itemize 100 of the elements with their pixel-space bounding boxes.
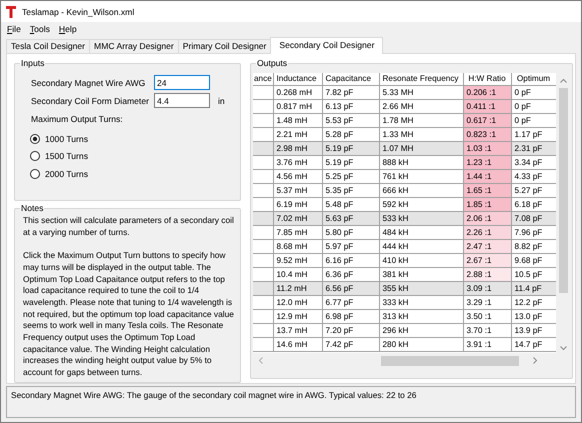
- table-cell: 2.06 :1: [463, 212, 511, 226]
- table-row[interactable]: 2.98 mH 5.19 pF 1.07 MH 1.03 :1 2.31 pF: [253, 142, 556, 156]
- column-header[interactable]: Optimum: [511, 73, 556, 86]
- table-cell: 1.48 mH: [273, 114, 322, 128]
- window-title: Teslamap - Kevin_Wilson.xml: [22, 6, 134, 16]
- radio-label[interactable]: 2000 Turns: [45, 168, 88, 179]
- table-row[interactable]: 11.2 mH 6.56 pF 355 kH 3.09 :1 11.4 pF: [253, 282, 556, 296]
- table-cell: 761 kH: [379, 170, 463, 184]
- column-header[interactable]: Capacitance: [322, 73, 379, 86]
- table-cell: 444 kH: [379, 240, 463, 254]
- table-cell: 13.7 mH: [273, 324, 322, 338]
- table-cell: 3.09 :1: [463, 282, 511, 296]
- table-cell: 5.53 pF: [322, 114, 379, 128]
- table-cell: 5.97 pF: [322, 240, 379, 254]
- turns-label: Maximum Output Turns:: [30, 114, 124, 124]
- scroll-left-icon[interactable]: [258, 357, 263, 364]
- table-cell: 6.16 pF: [322, 254, 379, 268]
- table-cell: 2.26 :1: [463, 226, 511, 240]
- table-cell: 3.70 :1: [463, 324, 511, 338]
- column-header[interactable]: ance: [253, 73, 273, 86]
- table-cell: 3.76 mH: [273, 156, 322, 170]
- table-row[interactable]: 1.48 mH 5.53 pF 1.78 MH 0.617 :1 0 pF: [253, 114, 556, 128]
- table-cell: 1.44 :1: [463, 170, 511, 184]
- table-cell: 7.85 mH: [273, 226, 322, 240]
- table-cell: 4.56 mH: [273, 170, 322, 184]
- table-cell: 5.19 pF: [322, 156, 379, 170]
- status-text: Secondary Magnet Wire AWG: The gauge of the secondary coil magnet wire in AWG. Typical values: 22 to 26: [11, 390, 416, 400]
- table-cell: 5.19 pF: [322, 142, 379, 156]
- table-row[interactable]: 7.02 mH 5.63 pF 533 kH 2.06 :1 7.08 pF: [253, 212, 556, 226]
- table-cell: 7.42 pF: [322, 338, 379, 352]
- table-cell: 888 kH: [379, 156, 463, 170]
- table-cell: 2.66 MH: [379, 100, 463, 114]
- table-row[interactable]: 7.85 mH 5.80 pF 484 kH 2.26 :1 7.96 pF: [253, 226, 556, 240]
- notes-paragraph: This section will calculate parameters of a secondary coil at a varying number of turns.: [23, 215, 235, 238]
- menu-item[interactable]: Help: [56, 24, 82, 34]
- tab[interactable]: Primary Coil Designer: [178, 39, 272, 53]
- menu-item[interactable]: Tools: [28, 24, 55, 34]
- group-title: Outputs: [256, 58, 288, 69]
- group-title: Inputs: [20, 58, 46, 69]
- radio-button[interactable]: [30, 134, 40, 144]
- scrollbar-thumb[interactable]: [381, 356, 519, 366]
- table-row[interactable]: 3.76 mH 5.19 pF 888 kH 1.23 :1 3.34 pF: [253, 156, 556, 170]
- table-row[interactable]: 5.37 mH 5.35 pF 666 kH 1.65 :1 5.27 pF: [253, 184, 556, 198]
- table-cell: 9.52 mH: [273, 254, 322, 268]
- table-cell: 410 kH: [379, 254, 463, 268]
- table-row[interactable]: 0.268 mH 7.82 pF 5.33 MH 0.206 :1 0 pF: [253, 86, 556, 100]
- table-cell: 5.33 MH: [379, 86, 463, 100]
- tab[interactable]: Secondary Coil Designer: [270, 37, 384, 54]
- notes-paragraph: Click the Maximum Output Turn buttons to specify how may turns will be displayed in the output table. The Optimum Top Load Capaitance output refers to the top load capacitance required to tune the coil to 1/4 wavelength. Please note that tuning to 1/4 wavelength is not required, but the optimum top load capacitance value seems to work well in many Tesla coils. The Resonate Frequency output uses the Optimum Top Load capacitance value. The Winding Height calculation increases the winding height output value by 5% to account for gaps between turns.: [23, 250, 235, 379]
- table-cell: 0.411 :1: [463, 100, 511, 114]
- table-cell: 5.63 pF: [322, 212, 379, 226]
- radio-label[interactable]: 1500 Turns: [45, 151, 88, 162]
- table-row[interactable]: 12.0 mH 6.77 pF 333 kH 3.29 :1 12.2 pF: [253, 296, 556, 310]
- field-label: Secondary Magnet Wire AWG: [30, 78, 146, 88]
- tab[interactable]: Tesla Coil Designer: [6, 39, 90, 53]
- column-header[interactable]: Inductance: [273, 73, 322, 86]
- tab[interactable]: MMC Array Designer: [89, 39, 179, 53]
- table-cell: 0.268 mH: [273, 86, 322, 100]
- field-label: Secondary Coil Form Diameter: [30, 96, 150, 106]
- column-header[interactable]: Resonate Frequency: [379, 73, 463, 86]
- table-cell: 6.13 pF: [322, 100, 379, 114]
- table-cell: 1.85 :1: [463, 198, 511, 212]
- table-cell: 313 kH: [379, 310, 463, 324]
- table-cell: 7.02 mH: [273, 212, 322, 226]
- input-field[interactable]: 4.4: [154, 93, 210, 108]
- table-cell: 5.37 mH: [273, 184, 322, 198]
- table-row[interactable]: 14.6 mH 7.42 pF 280 kH 3.91 :1 14.7 pF: [253, 338, 556, 352]
- table-row[interactable]: 0.817 mH 6.13 pF 2.66 MH 0.411 :1 0 pF: [253, 100, 556, 114]
- table-cell: 2.47 :1: [463, 240, 511, 254]
- table-cell: 0.823 :1: [463, 128, 511, 142]
- table-cell: 2.88 :1: [463, 268, 511, 282]
- table-cell: 5.80 pF: [322, 226, 379, 240]
- table-cell: 3.29 :1: [463, 296, 511, 310]
- radio-label[interactable]: 1000 Turns: [45, 134, 88, 144]
- table-row[interactable]: 13.7 mH 7.20 pF 296 kH 3.70 :1 13.9 pF: [253, 324, 556, 338]
- table-cell: 6.98 pF: [322, 310, 379, 324]
- table-cell: 1.65 :1: [463, 184, 511, 198]
- scroll-right-icon[interactable]: [533, 357, 538, 364]
- radio-button[interactable]: [30, 151, 40, 162]
- table-cell: 0.206 :1: [463, 86, 511, 100]
- table-row[interactable]: 8.68 mH 5.97 pF 444 kH 2.47 :1 8.82 pF: [253, 240, 556, 254]
- column-header[interactable]: H:W Ratio: [463, 73, 511, 86]
- table-cell: 2.67 :1: [463, 254, 511, 268]
- table-cell: 11.2 mH: [273, 282, 322, 296]
- table-cell: 14.6 mH: [273, 338, 322, 352]
- scroll-up-icon[interactable]: [560, 78, 566, 83]
- table-cell: 3.50 :1: [463, 310, 511, 324]
- table-row[interactable]: 4.56 mH 5.25 pF 761 kH 1.44 :1 4.33 pF: [253, 170, 556, 184]
- table-cell: 666 kH: [379, 184, 463, 198]
- table-row[interactable]: 12.9 mH 6.98 pF 313 kH 3.50 :1 13.0 pF: [253, 310, 556, 324]
- table-cell: 7.82 pF: [322, 86, 379, 100]
- scrollbar-thumb[interactable]: [558, 88, 568, 293]
- table-cell: 1.78 MH: [379, 114, 463, 128]
- scroll-down-icon[interactable]: [560, 346, 566, 351]
- table-row[interactable]: 9.52 mH 6.16 pF 410 kH 2.67 :1 9.68 pF: [253, 254, 556, 268]
- input-field[interactable]: 24: [154, 75, 210, 90]
- radio-button[interactable]: [30, 168, 40, 179]
- table-cell: 1.03 :1: [463, 142, 511, 156]
- table-cell: 5.35 pF: [322, 184, 379, 198]
- menu-item[interactable]: File: [5, 24, 26, 34]
